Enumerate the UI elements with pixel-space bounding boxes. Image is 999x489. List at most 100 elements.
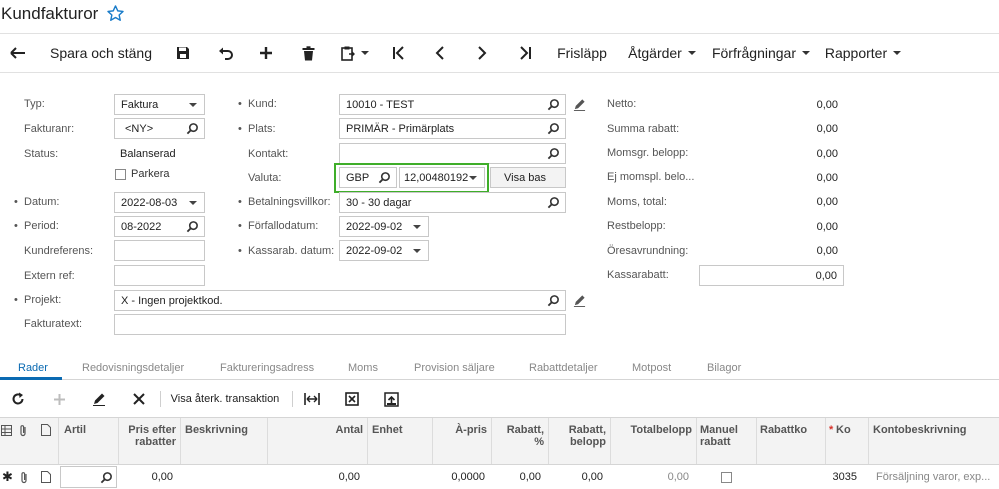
tab-redovisningsdetaljer[interactable]: Redovisningsdetaljer xyxy=(82,362,184,374)
search-icon[interactable] xyxy=(547,147,560,160)
col-article[interactable]: Artil xyxy=(64,424,86,436)
tab-motpost[interactable]: Motpost xyxy=(632,362,671,374)
col-account[interactable]: Ko xyxy=(836,424,851,436)
edit-pencil-icon[interactable] xyxy=(573,294,586,307)
undo-button[interactable] xyxy=(212,34,238,72)
refresh-button[interactable] xyxy=(8,388,28,410)
customer-ref-input[interactable] xyxy=(114,240,205,261)
search-icon[interactable] xyxy=(378,171,391,184)
currency-value: GBP xyxy=(346,172,370,184)
new-row-marker-icon: ✱ xyxy=(2,469,13,484)
delete-button[interactable] xyxy=(295,34,321,72)
currency-rate-select[interactable]: 12,00480192 xyxy=(399,167,485,188)
chevron-down-icon xyxy=(413,249,421,253)
net-value: 0,00 xyxy=(816,99,838,111)
tab-moms[interactable]: Moms xyxy=(348,362,378,374)
invoice-text-input[interactable] xyxy=(114,314,566,335)
location-field[interactable]: PRIMÄR - Primärplats xyxy=(339,118,566,139)
project-field[interactable]: X - Ingen projektkod. xyxy=(114,290,566,311)
tab-rader[interactable]: Rader xyxy=(18,362,48,374)
park-checkbox[interactable] xyxy=(115,169,126,180)
balance-value: 0,00 xyxy=(816,221,838,233)
search-icon[interactable] xyxy=(547,294,560,307)
delete-row-button[interactable] xyxy=(129,388,149,410)
save-button[interactable] xyxy=(170,34,196,72)
fit-columns-button[interactable] xyxy=(302,388,322,410)
type-select[interactable]: Faktura xyxy=(114,94,205,115)
first-record-button[interactable] xyxy=(386,34,412,72)
customer-ref-label: Kundreferens: xyxy=(24,245,94,257)
tab-rabattdetaljer[interactable]: Rabattdetaljer xyxy=(529,362,598,374)
inquiries-label: Förfrågningar xyxy=(711,45,797,61)
edit-pencil-icon[interactable] xyxy=(573,98,586,111)
search-icon[interactable] xyxy=(186,122,199,135)
search-icon[interactable] xyxy=(547,196,560,209)
col-disc-amt[interactable]: Rabatt, belopp xyxy=(550,424,606,448)
show-base-button[interactable]: Visa bas xyxy=(490,167,566,188)
col-qty[interactable]: Antal xyxy=(300,424,364,436)
article-input[interactable] xyxy=(60,466,117,488)
inquiries-menu[interactable]: Förfrågningar xyxy=(709,34,813,72)
tab-bar: Rader Redovisningsdetaljer Faktureringsa… xyxy=(0,357,999,380)
invoice-no-field[interactable]: <NY> xyxy=(114,118,205,139)
save-close-button[interactable]: Spara och stäng xyxy=(46,34,156,72)
col-discount-code[interactable]: Rabattko xyxy=(760,424,807,436)
col-unit[interactable]: Enhet xyxy=(372,424,403,436)
refresh-icon xyxy=(12,392,24,405)
col-manual-line1: Manuel xyxy=(700,424,738,436)
tax-total-label: Moms, total: xyxy=(607,196,667,208)
required-marker: • xyxy=(238,98,242,110)
next-record-button[interactable] xyxy=(469,34,495,72)
search-icon[interactable] xyxy=(186,220,199,233)
tab-bilagor[interactable]: Bilagor xyxy=(707,362,741,374)
cash-discount-input[interactable]: 0,00 xyxy=(699,265,844,286)
add-button[interactable] xyxy=(253,34,279,72)
col-unit-price[interactable]: À-pris xyxy=(434,424,487,436)
edit-row-button[interactable] xyxy=(89,388,109,410)
upload-button[interactable] xyxy=(381,388,401,410)
table-row[interactable]: ✱ 0,00 0,00 0,0000 0,00 0,00 0,00 3035 F… xyxy=(0,465,999,489)
currency-field[interactable]: GBP xyxy=(339,167,397,188)
title-bar: Kundfakturor xyxy=(0,0,999,32)
note-icon[interactable] xyxy=(41,471,51,483)
main-toolbar: Spara och stäng Frisläpp Åtgärder Förfrå… xyxy=(0,33,999,73)
required-marker: • xyxy=(238,196,242,208)
tab-faktureringsadress[interactable]: Faktureringsadress xyxy=(220,362,314,374)
period-field[interactable]: 08-2022 xyxy=(114,216,205,237)
export-excel-button[interactable] xyxy=(342,388,362,410)
copy-paste-button[interactable] xyxy=(336,34,374,72)
col-disc-pct[interactable]: Rabatt, % xyxy=(493,424,544,448)
actions-menu[interactable]: Åtgärder xyxy=(624,34,700,72)
search-icon[interactable] xyxy=(547,98,560,111)
type-label: Typ: xyxy=(24,98,45,110)
col-price-after[interactable]: Pris efter rabatter xyxy=(120,424,176,448)
search-icon[interactable] xyxy=(100,471,113,484)
previous-record-button[interactable] xyxy=(427,34,453,72)
favorite-star-icon[interactable] xyxy=(106,4,126,24)
tab-provision-saljare[interactable]: Provision säljare xyxy=(414,362,495,374)
plus-icon xyxy=(53,393,65,405)
search-icon[interactable] xyxy=(547,122,560,135)
col-total[interactable]: Totalbelopp xyxy=(612,424,692,436)
col-account-desc[interactable]: Kontobeskrivning xyxy=(873,424,967,436)
grid-settings-icon[interactable] xyxy=(1,425,12,436)
invoice-no-value: <NY> xyxy=(125,123,154,135)
discount-date-picker[interactable]: 2022-09-02 xyxy=(339,240,429,261)
release-button[interactable]: Frisläpp xyxy=(553,34,611,72)
customer-field[interactable]: 10010 - TEST xyxy=(339,94,566,115)
manual-discount-checkbox[interactable] xyxy=(721,472,732,483)
due-date-picker[interactable]: 2022-09-02 xyxy=(339,216,429,237)
last-record-button[interactable] xyxy=(512,34,538,72)
attachment-icon[interactable] xyxy=(20,471,29,484)
add-row-button[interactable] xyxy=(49,388,69,410)
back-button[interactable] xyxy=(4,34,32,72)
customer-label: Kund: xyxy=(248,98,277,110)
terms-field[interactable]: 30 - 30 dagar xyxy=(339,192,566,213)
col-manual-discount[interactable]: Manuel rabatt xyxy=(700,424,738,448)
col-description[interactable]: Beskrivning xyxy=(185,424,248,436)
external-ref-input[interactable] xyxy=(114,265,205,286)
contact-field[interactable] xyxy=(339,143,566,164)
date-picker[interactable]: 2022-08-03 xyxy=(114,192,205,213)
view-reversal-button[interactable]: Visa återk. transaktion xyxy=(169,388,281,410)
reports-menu[interactable]: Rapporter xyxy=(821,34,905,72)
